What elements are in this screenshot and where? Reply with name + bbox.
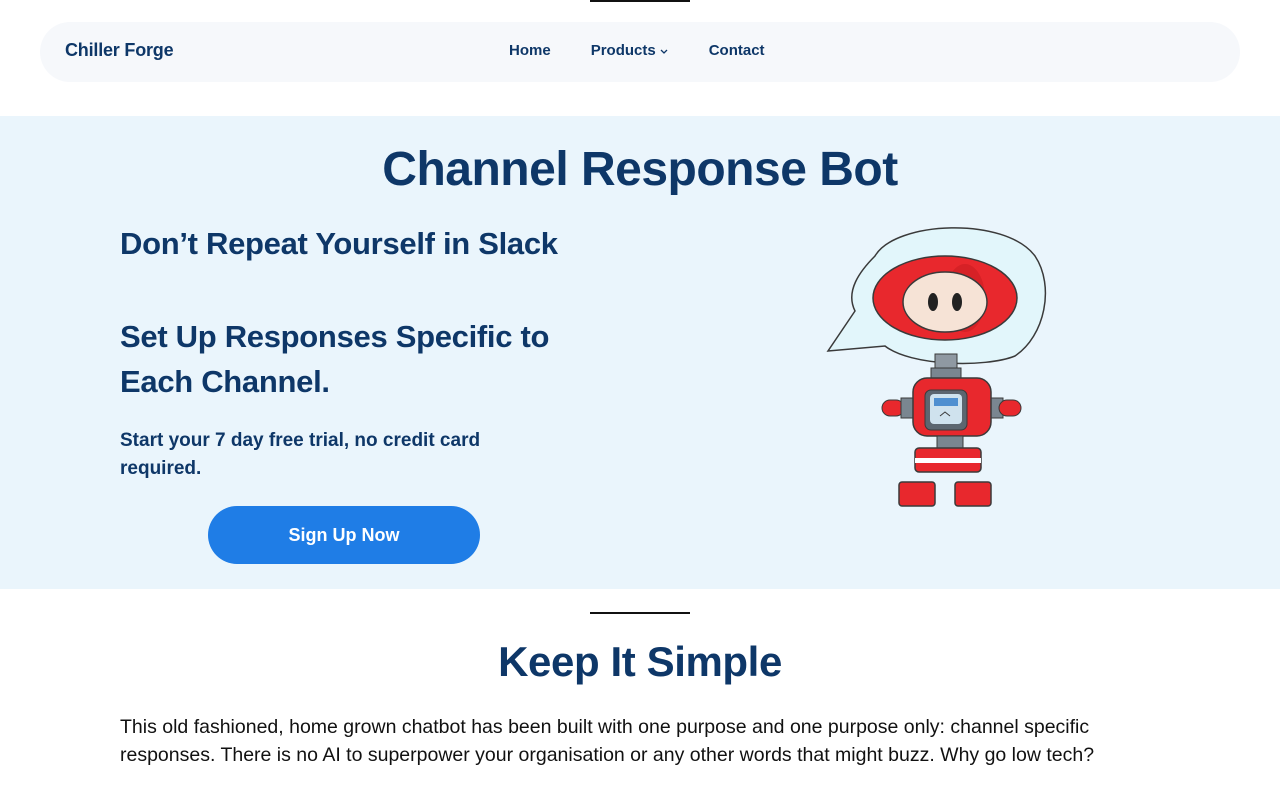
trial-text: Start your 7 day free trial, no credit c… xyxy=(120,430,481,479)
chevron-down-icon xyxy=(660,49,668,54)
robot-mascot-icon xyxy=(826,227,1047,507)
nav-products-label: Products xyxy=(590,42,656,59)
sign-up-button[interactable]: Sign Up Now xyxy=(208,506,480,564)
hero-section: Channel Response Bot Don’t Repeat Yourse… xyxy=(0,116,1280,589)
hero-subtitle-2: Set Up Responses Specific to Each Channe… xyxy=(120,319,550,399)
section-divider xyxy=(590,612,690,614)
nav-home[interactable]: Home xyxy=(509,42,551,59)
section-body: This old fashioned, home grown chatbot h… xyxy=(120,716,1095,766)
hero-title: Channel Response Bot xyxy=(382,143,898,196)
nav-contact[interactable]: Contact xyxy=(709,42,765,59)
top-divider xyxy=(590,0,690,2)
nav-products[interactable]: Products xyxy=(591,42,669,59)
brand-logo[interactable]: Chiller Forge xyxy=(65,40,174,61)
section-title: Keep It Simple xyxy=(498,638,782,685)
nav-home-label: Home xyxy=(509,42,551,59)
nav-contact-label: Contact xyxy=(708,42,765,59)
hero-subtitle-1: Don’t Repeat Yourself in Slack xyxy=(120,226,558,261)
top-nav: Chiller Forge Home Products Contact xyxy=(40,22,1240,82)
nav-links: Home Products Contact xyxy=(509,42,765,59)
